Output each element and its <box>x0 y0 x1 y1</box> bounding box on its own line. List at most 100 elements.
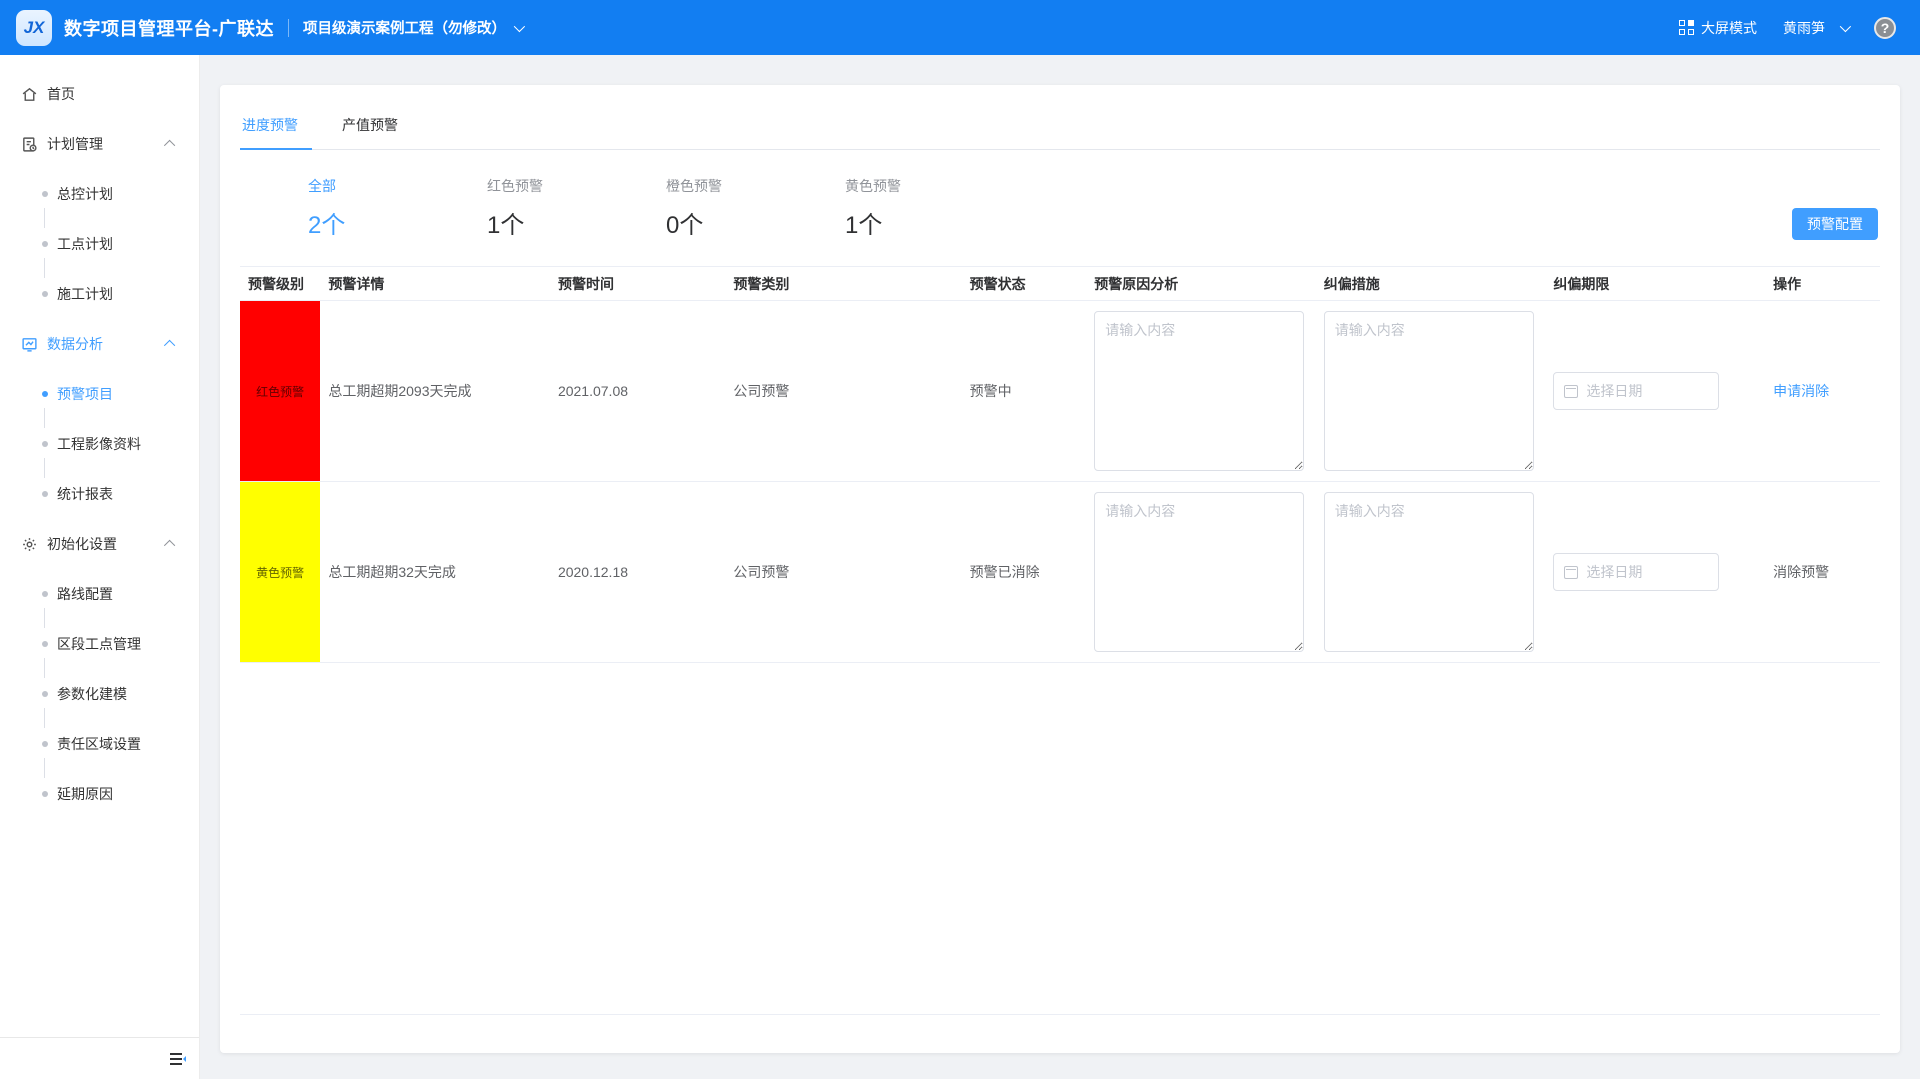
stats-row: 全部 2个 红色预警 1个 橙色预警 0个 黄色预警 1个 预警配置 <box>240 150 1880 240</box>
date-placeholder: 选择日期 <box>1586 381 1642 401</box>
calendar-icon <box>1564 566 1578 579</box>
reason-analysis-input[interactable] <box>1094 492 1304 652</box>
app-title: 数字项目管理平台-广联达 <box>64 15 274 41</box>
sidebar-item-label: 工点计划 <box>57 234 113 254</box>
bullet-icon <box>42 591 48 597</box>
detail-cell: 总工期超期32天完成 <box>320 482 550 662</box>
bullet-icon <box>42 641 48 647</box>
sidebar-item-statistic-reports[interactable]: 统计报表 <box>0 481 199 507</box>
app-logo: JX <box>16 10 52 46</box>
col-header: 操作 <box>1765 267 1880 300</box>
bullet-icon <box>42 241 48 247</box>
stat-red[interactable]: 红色预警 1个 <box>487 176 666 240</box>
tab-bar: 进度预警 产值预警 <box>240 85 1880 150</box>
time-cell: 2021.07.08 <box>550 301 725 481</box>
project-selector[interactable]: 项目级演示案例工程（勿修改） <box>303 17 522 38</box>
stat-value: 1个 <box>487 205 666 240</box>
sidebar-item-warning-projects[interactable]: 预警项目 <box>0 381 199 407</box>
action-cell: 消除预警 <box>1765 482 1880 662</box>
deadline-cell: 选择日期 <box>1545 301 1765 481</box>
corrective-measures-input[interactable] <box>1324 311 1534 471</box>
status-cell: 预警中 <box>962 301 1087 481</box>
table-row: 黄色预警 总工期超期32天完成 2020.12.18 公司预警 预警已消除 <box>240 482 1880 663</box>
sidebar-footer <box>0 1037 199 1079</box>
home-icon <box>20 85 38 103</box>
sidebar-item-delay-reason[interactable]: 延期原因 <box>0 781 199 807</box>
bullet-icon <box>42 391 48 397</box>
stat-orange[interactable]: 橙色预警 0个 <box>666 176 845 240</box>
corrective-measures-input[interactable] <box>1324 492 1534 652</box>
topbar: JX 数字项目管理平台-广联达 项目级演示案例工程（勿修改） 大屏模式 黄雨笋 … <box>0 0 1920 55</box>
sidebar-item-label: 路线配置 <box>57 584 113 604</box>
stat-label: 橙色预警 <box>666 176 845 196</box>
col-header: 预警级别 <box>240 267 320 300</box>
reason-analysis-input[interactable] <box>1094 311 1304 471</box>
user-menu[interactable]: 黄雨笋 <box>1783 18 1848 38</box>
stat-yellow[interactable]: 黄色预警 1个 <box>845 176 1024 240</box>
apply-dismiss-link[interactable]: 申请消除 <box>1773 381 1829 401</box>
sidebar-group-init-settings[interactable]: 初始化设置 <box>0 531 199 557</box>
deadline-date-picker[interactable]: 选择日期 <box>1553 553 1719 591</box>
sidebar-item-label: 区段工点管理 <box>57 634 141 654</box>
big-screen-label: 大屏模式 <box>1701 18 1757 38</box>
warning-level-badge: 红色预警 <box>240 301 320 481</box>
category-cell: 公司预警 <box>725 482 961 662</box>
sidebar-item-label: 责任区域设置 <box>57 734 141 754</box>
sidebar-item-label: 施工计划 <box>57 284 113 304</box>
deadline-date-picker[interactable]: 选择日期 <box>1553 372 1719 410</box>
sidebar-item-route-config[interactable]: 路线配置 <box>0 581 199 607</box>
sidebar-item-label: 工程影像资料 <box>57 434 141 454</box>
col-header: 预警详情 <box>320 267 550 300</box>
status-cell: 预警已消除 <box>962 482 1087 662</box>
plan-icon <box>20 135 38 153</box>
level-cell: 黄色预警 <box>240 482 320 662</box>
col-header: 预警原因分析 <box>1086 267 1316 300</box>
sidebar-item-label: 首页 <box>47 84 75 104</box>
time-cell: 2020.12.18 <box>550 482 725 662</box>
level-cell: 红色预警 <box>240 301 320 481</box>
sidebar-group-data-analysis[interactable]: 数据分析 <box>0 331 199 357</box>
dismiss-warning-link[interactable]: 消除预警 <box>1773 562 1829 582</box>
detail-cell: 总工期超期2093天完成 <box>320 301 550 481</box>
sidebar-item-label: 统计报表 <box>57 484 113 504</box>
grid-icon <box>1679 20 1694 35</box>
sidebar-item-home[interactable]: 首页 <box>0 81 199 107</box>
bullet-icon <box>42 491 48 497</box>
username: 黄雨笋 <box>1783 18 1825 38</box>
table-row: 红色预警 总工期超期2093天完成 2021.07.08 公司预警 预警中 <box>240 301 1880 482</box>
deadline-cell: 选择日期 <box>1545 482 1765 662</box>
sidebar-group-label: 数据分析 <box>47 334 103 354</box>
date-placeholder: 选择日期 <box>1586 562 1642 582</box>
tab-output-warning[interactable]: 产值预警 <box>340 109 412 149</box>
help-icon[interactable]: ? <box>1874 17 1896 39</box>
sidebar-item-label: 参数化建模 <box>57 684 127 704</box>
sidebar-item-label: 总控计划 <box>57 184 113 204</box>
tab-progress-warning[interactable]: 进度预警 <box>240 109 312 149</box>
bullet-icon <box>42 791 48 797</box>
sidebar-item-project-imagery[interactable]: 工程影像资料 <box>0 431 199 457</box>
sidebar-group-plan[interactable]: 计划管理 <box>0 131 199 157</box>
title-divider <box>288 19 289 37</box>
sidebar-item-section-site-mgmt[interactable]: 区段工点管理 <box>0 631 199 657</box>
main-area: 进度预警 产值预警 全部 2个 红色预警 1个 橙色预警 0个 黄色预警 <box>200 55 1920 1079</box>
warning-config-button[interactable]: 预警配置 <box>1792 208 1878 240</box>
stat-all[interactable]: 全部 2个 <box>308 176 487 240</box>
sidebar-item-master-plan[interactable]: 总控计划 <box>0 181 199 207</box>
project-name: 项目级演示案例工程（勿修改） <box>303 17 506 38</box>
collapse-sidebar-icon[interactable] <box>169 1052 187 1066</box>
col-header: 预警类别 <box>725 267 961 300</box>
sidebar-item-construction-plan[interactable]: 施工计划 <box>0 281 199 307</box>
chevron-up-icon <box>164 340 175 351</box>
sidebar-item-responsibility-area[interactable]: 责任区域设置 <box>0 731 199 757</box>
sidebar-item-site-plan[interactable]: 工点计划 <box>0 231 199 257</box>
big-screen-mode-button[interactable]: 大屏模式 <box>1679 18 1757 38</box>
warning-level-badge: 黄色预警 <box>240 482 320 662</box>
reason-cell <box>1086 482 1316 662</box>
chevron-down-icon <box>1840 20 1851 31</box>
chart-icon <box>20 335 38 353</box>
action-cell: 申请消除 <box>1765 301 1880 481</box>
calendar-icon <box>1564 385 1578 398</box>
chevron-up-icon <box>164 140 175 151</box>
sidebar-item-parametric-modeling[interactable]: 参数化建模 <box>0 681 199 707</box>
gear-icon <box>20 535 38 553</box>
